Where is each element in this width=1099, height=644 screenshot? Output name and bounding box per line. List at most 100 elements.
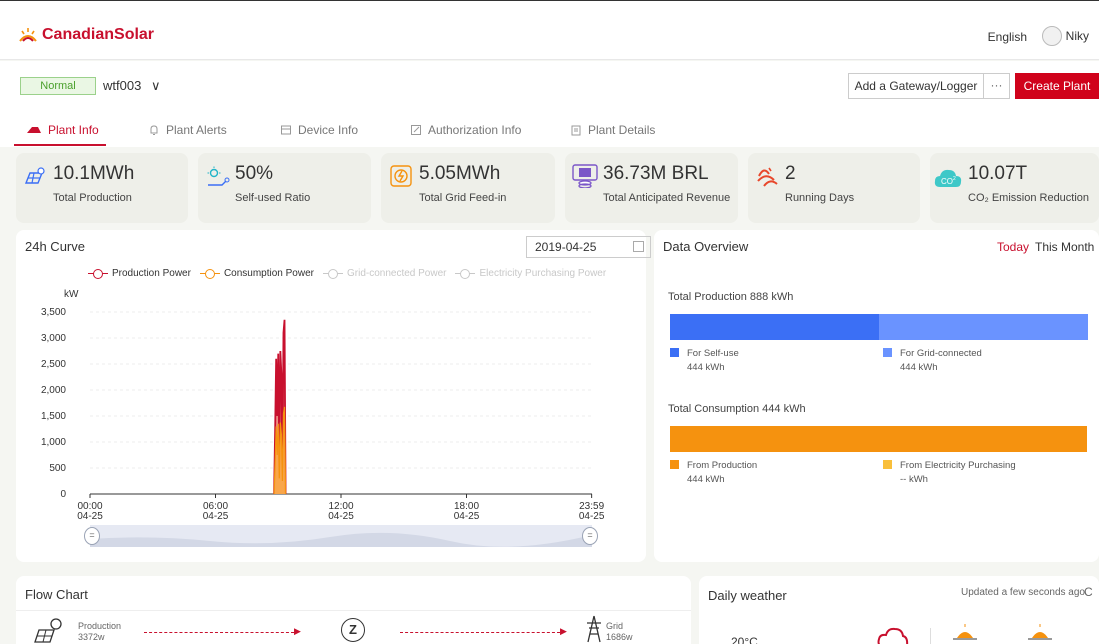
this-month-tab[interactable]: This Month	[1035, 240, 1094, 254]
weather-title: Daily weather	[708, 588, 787, 603]
kpi-value: 5.05MWh	[419, 163, 501, 184]
tab-bar: Plant Info Plant Alerts Device Info Auth…	[0, 113, 1099, 147]
kpi-label: Self-used Ratio	[235, 192, 311, 204]
edit-icon	[411, 125, 421, 135]
x-tick-label: 04-25	[77, 511, 103, 522]
tab-plant-alerts[interactable]: Plant Alerts	[148, 123, 227, 137]
bell-icon	[150, 125, 158, 135]
zoom-slider[interactable]: = =	[84, 525, 598, 547]
consumption-series-line	[273, 406, 287, 495]
slider-left-handle[interactable]: =	[84, 527, 100, 545]
more-button[interactable]: ···	[984, 73, 1010, 99]
x-tick-label: 04-25	[328, 511, 354, 522]
date-picker[interactable]: 2019-04-25	[526, 236, 651, 258]
legend-marker-icon	[322, 268, 343, 279]
legend-label: From Production	[687, 460, 758, 471]
x-tick-label: 04-25	[454, 511, 480, 522]
tab-authorization-info[interactable]: Authorization Info	[410, 123, 521, 137]
legend-item[interactable]: Electricity Purchasing Power	[455, 268, 606, 279]
tab-label: Plant Details	[588, 123, 656, 137]
status-badge: Normal	[20, 77, 96, 95]
x-tick-label: 18:00	[454, 501, 479, 512]
slider-right-handle[interactable]: =	[582, 527, 598, 545]
y-tick-label: 2,000	[41, 385, 66, 396]
consumption-bar	[670, 426, 1087, 452]
overview-card: Data Overview Today This Month Total Pro…	[654, 230, 1099, 562]
kpi-value: 2	[785, 163, 796, 184]
refresh-icon[interactable]: C	[1084, 585, 1093, 599]
temperature: 20°C	[731, 635, 758, 644]
x-tick-label: 00:00	[77, 501, 102, 512]
svg-text:CO: CO	[941, 177, 953, 186]
bar-segment	[879, 314, 1088, 340]
language-selector[interactable]: English	[988, 30, 1027, 44]
y-tick-label: 2,500	[41, 359, 66, 370]
legend-label: Electricity Purchasing Power	[479, 268, 607, 279]
legend-swatch	[883, 460, 892, 469]
tab-label: Plant Info	[48, 123, 99, 137]
active-tab-indicator	[14, 144, 106, 146]
legend-item[interactable]: Production Power	[88, 268, 191, 279]
y-tick-label: 3,500	[41, 307, 66, 318]
legend-swatch	[670, 348, 679, 357]
user-menu[interactable]: Niky	[1041, 26, 1089, 46]
legend-value: 444 kWh	[687, 474, 725, 485]
zoom-slider-preview	[90, 532, 592, 547]
kpi-co2-reduction: CO 2 10.07T CO₂ Emission Reduction	[930, 153, 1099, 223]
flow-card: Flow Chart Production 3372w ▶ Z ▶ Grid 1…	[16, 576, 691, 644]
kpi-label: Running Days	[785, 192, 855, 204]
y-tick-label: 1,000	[41, 437, 66, 448]
tab-label: Authorization Info	[428, 123, 522, 137]
curve-card: 24h Curve 2019-04-25 Production Power Con…	[16, 230, 651, 562]
plant-selector[interactable]: wtf003 ∨	[103, 78, 160, 94]
today-tab[interactable]: Today	[997, 240, 1029, 254]
legend-swatch	[670, 460, 679, 469]
production-series-line	[273, 319, 287, 495]
legend-grid-connected: For Grid-connected 444 kWh	[883, 348, 982, 373]
x-tick-label: 12:00	[328, 501, 353, 512]
overview-title: Data Overview	[663, 239, 749, 254]
cloud-icon	[877, 627, 909, 644]
grid-label: Grid	[606, 621, 624, 631]
weather-card: Daily weather Updated a few seconds ago …	[699, 576, 1099, 644]
legend-label: From Electricity Purchasing	[900, 460, 1016, 471]
kpi-running-days: 2 Running Days	[748, 153, 920, 223]
y-axis-unit: kW	[64, 289, 79, 300]
solar-panel-icon	[24, 167, 45, 184]
y-tick-label: 1,500	[41, 411, 66, 422]
avatar-icon	[1041, 26, 1062, 46]
chart-legend: Production Power Consumption Power Grid-co…	[88, 268, 606, 279]
tab-device-info[interactable]: Device Info	[280, 123, 358, 137]
self-use-icon	[207, 166, 230, 186]
consumption-total: Total Consumption 444 kWh	[668, 403, 806, 415]
legend-from-production: From Production 444 kWh	[670, 460, 757, 485]
sunrise-icon	[953, 624, 977, 640]
flow-title: Flow Chart	[25, 587, 88, 602]
tab-plant-details[interactable]: Plant Details	[570, 123, 655, 137]
legend-swatch	[883, 348, 892, 357]
kpi-value: 10.1MWh	[53, 163, 135, 184]
production-label: Production	[78, 621, 122, 631]
tab-plant-info[interactable]: Plant Info	[26, 123, 99, 137]
plant-info-icon	[27, 127, 41, 133]
x-tick-label: 04-25	[579, 511, 605, 522]
brand-logo[interactable]: CanadianSolar	[18, 26, 154, 44]
flow-arrow-left	[144, 632, 294, 633]
kpi-grid-feed-in: 5.05MWh Total Grid Feed-in	[381, 153, 555, 223]
x-tick-label: 23:59	[579, 501, 604, 512]
production-house-icon	[34, 618, 62, 643]
legend-item[interactable]: Grid-connected Power	[322, 268, 446, 279]
kpi-anticipated-revenue: 36.73M BRL Total Anticipated Revenue	[565, 153, 738, 223]
grid-tower-icon	[587, 615, 601, 643]
x-tick-label: 04-25	[203, 511, 229, 522]
create-plant-button[interactable]: Create Plant	[1015, 73, 1099, 99]
add-gateway-button[interactable]: Add a Gateway/Logger	[848, 73, 984, 99]
grid-value: 1686w	[606, 632, 633, 642]
sun-logo-icon	[19, 28, 37, 42]
production-value: 3372w	[78, 632, 105, 642]
curve-title: 24h Curve	[25, 239, 85, 254]
chevron-down-icon: ∨	[150, 78, 161, 93]
legend-item[interactable]: Consumption Power	[199, 268, 314, 279]
production-area	[274, 319, 286, 494]
kpi-value: 50%	[235, 163, 274, 184]
